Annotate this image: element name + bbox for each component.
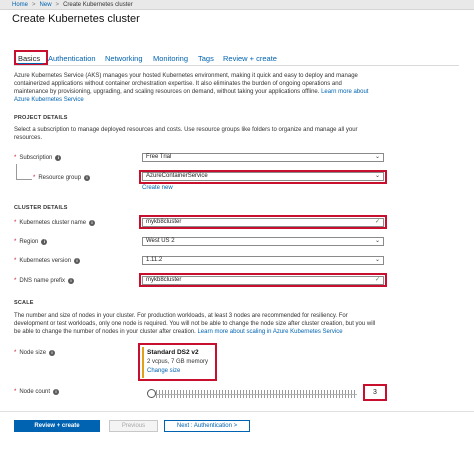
node-size-label-text: Node size	[19, 350, 47, 356]
cluster-name-input[interactable]: mykb8cluster ✓	[142, 218, 384, 227]
k8s-version-select[interactable]: 1.11.2 ⌄	[142, 256, 384, 265]
info-icon[interactable]: i	[41, 239, 48, 245]
scale-desc-line: The number and size of nodes in your clu…	[14, 313, 348, 319]
required-marker: *	[33, 175, 36, 181]
dns-prefix-input[interactable]: mykb8cluster ✓	[142, 276, 384, 285]
required-marker: *	[14, 220, 17, 226]
project-desc-line: resources.	[14, 135, 43, 141]
region-label-text: Region	[19, 239, 39, 245]
cluster-name-label-text: Kubernetes cluster name	[19, 220, 87, 226]
tree-connector	[16, 164, 17, 179]
scale-desc-text: be able to change the number of nodes in…	[14, 329, 196, 335]
learn-more-scaling-link[interactable]: Learn more about scaling in Azure Kubern…	[197, 329, 342, 335]
node-count-slider-thumb[interactable]	[147, 389, 156, 398]
dns-prefix-value: mykb8cluster	[146, 277, 182, 283]
info-icon[interactable]: i	[74, 258, 81, 264]
node-size-accent-bar	[142, 347, 144, 378]
review-create-button[interactable]: Review + create	[14, 420, 100, 432]
tab-networking[interactable]: Networking	[105, 54, 143, 63]
subscription-value: Free Trial	[146, 154, 172, 160]
section-cluster-details: CLUSTER DETAILS	[14, 205, 68, 211]
info-icon[interactable]: i	[49, 350, 56, 356]
tab-review-create[interactable]: Review + create	[223, 54, 277, 63]
breadcrumb-separator: >	[55, 2, 60, 8]
subscription-label-text: Subscription	[19, 155, 53, 161]
tab-authentication[interactable]: Authentication	[48, 54, 96, 63]
footer-divider	[0, 411, 474, 412]
project-details-desc: Select a subscription to manage deployed…	[14, 126, 394, 142]
node-count-slider[interactable]	[152, 394, 357, 395]
learn-more-aks-link-cont[interactable]: Azure Kubernetes Service	[14, 97, 84, 103]
chevron-down-icon: ⌄	[374, 154, 380, 160]
learn-more-aks-link[interactable]: Learn more about	[321, 89, 368, 95]
intro-line-text: maintenance by provisioning, upgrading, …	[14, 89, 320, 95]
intro-line: containerized applications without conta…	[14, 81, 342, 87]
intro-text: Azure Kubernetes Service (AKS) manages y…	[14, 72, 374, 104]
k8s-version-label-text: Kubernetes version	[19, 258, 72, 264]
resource-group-label-text: Resource group	[38, 175, 82, 181]
resource-group-value: AzureContainerService	[146, 173, 208, 179]
node-count-label: * Node count i	[14, 389, 60, 395]
breadcrumb-current: Create Kubernetes cluster	[63, 2, 133, 8]
chevron-down-icon: ⌄	[374, 257, 380, 263]
required-marker: *	[14, 389, 17, 395]
k8s-version-value: 1.11.2	[146, 257, 163, 263]
required-marker: *	[14, 350, 17, 356]
page-title: Create Kubernetes cluster	[12, 13, 140, 25]
region-select[interactable]: West US 2 ⌄	[142, 237, 384, 246]
required-marker: *	[14, 278, 17, 284]
region-label: * Region i	[14, 239, 48, 245]
node-count-label-text: Node count	[19, 389, 51, 395]
dns-prefix-label: * DNS name prefix i	[14, 278, 75, 284]
next-authentication-button[interactable]: Next : Authentication >	[164, 420, 250, 432]
cluster-name-value: mykb8cluster	[146, 219, 182, 225]
node-size-label: * Node size i	[14, 350, 56, 356]
tab-divider	[14, 65, 459, 66]
node-size-spec: 2 vcpus, 7 GB memory	[147, 359, 209, 365]
info-icon[interactable]: i	[84, 175, 91, 181]
node-count-input[interactable]: 3	[363, 384, 387, 401]
region-value: West US 2	[146, 238, 175, 244]
required-marker: *	[14, 258, 17, 264]
scale-desc-line: be able to change the number of nodes in…	[14, 328, 394, 336]
checkmark-icon: ✓	[374, 277, 380, 283]
checkmark-icon: ✓	[374, 219, 380, 225]
tab-basics-underline	[18, 63, 43, 64]
tab-bar: Basics Authentication Networking Monitor…	[14, 50, 474, 66]
k8s-version-label: * Kubernetes version i	[14, 258, 81, 264]
cluster-name-label: * Kubernetes cluster name i	[14, 220, 96, 226]
info-icon[interactable]: i	[53, 389, 60, 395]
info-icon[interactable]: i	[55, 155, 62, 161]
resource-group-select[interactable]: AzureContainerService ⌄	[142, 172, 384, 181]
tab-tags[interactable]: Tags	[198, 54, 214, 63]
info-icon[interactable]: i	[89, 220, 96, 226]
node-size-name: Standard DS2 v2	[147, 349, 199, 356]
required-marker: *	[14, 239, 17, 245]
breadcrumb: Home > New > Create Kubernetes cluster	[12, 2, 133, 8]
previous-button[interactable]: Previous	[109, 420, 158, 432]
scale-desc-line: development or test workloads, only one …	[14, 321, 376, 327]
chevron-down-icon: ⌄	[374, 173, 380, 179]
section-project-details: PROJECT DETAILS	[14, 115, 68, 121]
subscription-select[interactable]: Free Trial ⌄	[142, 153, 384, 162]
tree-connector	[16, 179, 32, 180]
change-size-link[interactable]: Change size	[147, 368, 180, 374]
breadcrumb-home-link[interactable]: Home	[12, 2, 28, 8]
breadcrumb-separator: >	[32, 2, 36, 8]
section-scale: SCALE	[14, 300, 34, 306]
resource-group-label: * Resource group i	[33, 175, 91, 181]
info-icon[interactable]: i	[68, 278, 75, 284]
tab-monitoring[interactable]: Monitoring	[153, 54, 188, 63]
create-new-resource-group-link[interactable]: Create new	[142, 185, 173, 191]
scale-desc: The number and size of nodes in your clu…	[14, 312, 394, 336]
intro-line: maintenance by provisioning, upgrading, …	[14, 88, 374, 96]
chevron-down-icon: ⌄	[374, 238, 380, 244]
project-desc-line: Select a subscription to manage deployed…	[14, 127, 358, 133]
breadcrumb-new-link[interactable]: New	[40, 2, 52, 8]
intro-line: Azure Kubernetes Service (AKS) manages y…	[14, 73, 358, 79]
subscription-label: * Subscription i	[14, 155, 62, 161]
tab-basics[interactable]: Basics	[18, 54, 40, 63]
dns-prefix-label-text: DNS name prefix	[19, 278, 66, 284]
required-marker: *	[14, 155, 17, 161]
